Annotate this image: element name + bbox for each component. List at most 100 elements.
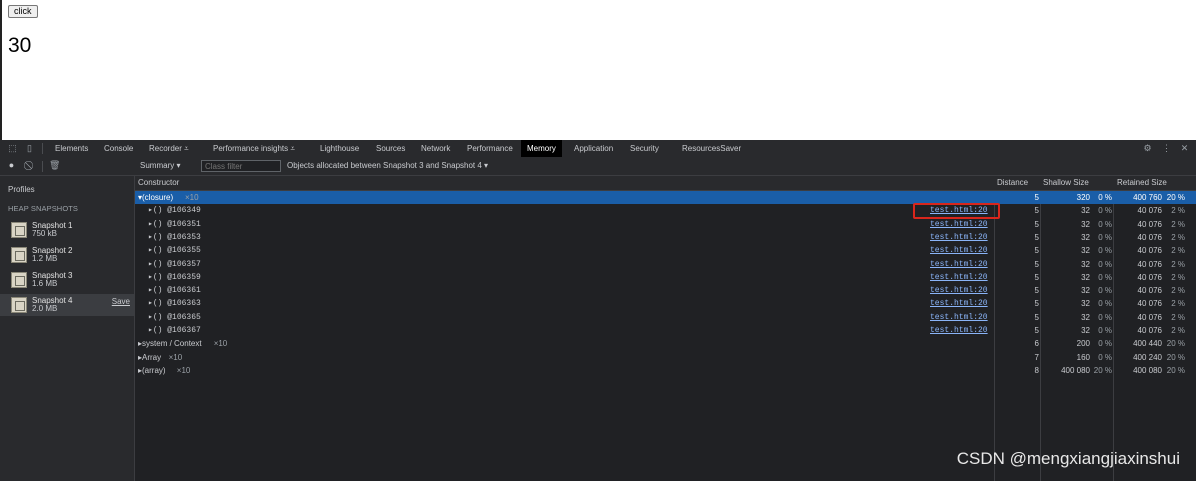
- shallow-size-percent: 0 %: [1098, 299, 1112, 309]
- source-link[interactable]: test.html:20: [930, 297, 988, 310]
- shallow-size-percent: 0 %: [1098, 232, 1112, 242]
- distance-value: 6: [1034, 339, 1039, 349]
- tab-resourcessaver[interactable]: ResourcesSaver: [676, 140, 747, 157]
- tab-application[interactable]: Application: [568, 140, 619, 157]
- allocation-range-select[interactable]: Objects allocated between Snapshot 3 and…: [287, 157, 488, 175]
- record-icon[interactable]: ●: [6, 160, 17, 171]
- table-row[interactable]: ▸Array ×10 7 160 0 % 400 240 20 %: [135, 351, 1196, 364]
- retained-size-percent: 2 %: [1171, 259, 1185, 269]
- retained-size-percent: 2 %: [1171, 219, 1185, 229]
- column-distance[interactable]: Distance: [997, 176, 1028, 190]
- retained-size-percent: 20 %: [1166, 352, 1185, 362]
- devtools-tab-bar: ⬚ ▯ Elements Console Recorder ⩡ Performa…: [0, 140, 1196, 158]
- settings-gear-icon[interactable]: ⚙: [1142, 143, 1153, 154]
- column-retained-size[interactable]: Retained Size: [1117, 176, 1167, 190]
- retained-size-percent: 2 %: [1171, 206, 1185, 216]
- snapshot-item[interactable]: Snapshot 3 1.6 MB: [0, 269, 134, 291]
- table-row[interactable]: ▸() @106353 test.html:20 5 32 0 % 40 076 2 %: [135, 231, 1196, 244]
- distance-value: 5: [1034, 326, 1039, 335]
- shallow-size-value: 32: [1081, 272, 1090, 282]
- table-row[interactable]: ▸() @106367 test.html:20 5 32 0 % 40 076 2 %: [135, 324, 1196, 337]
- tab-separator: [42, 143, 43, 154]
- source-link[interactable]: test.html:20: [930, 324, 988, 337]
- clear-all-icon[interactable]: ⃠: [25, 160, 36, 171]
- page-viewport: click 30: [0, 0, 1196, 140]
- table-row[interactable]: ▸() @106349 test.html:20 5 32 0 % 40 076 2 %: [135, 204, 1196, 217]
- constructor-name: ▸() @106355: [148, 246, 201, 256]
- retained-size-value: 40 076: [1137, 232, 1162, 242]
- tab-network[interactable]: Network: [415, 140, 456, 157]
- distance-value: 5: [1034, 272, 1039, 282]
- devtools-panel: ⬚ ▯ Elements Console Recorder ⩡ Performa…: [0, 140, 1196, 481]
- snapshot-size: 1.6 MB: [32, 279, 58, 288]
- source-link[interactable]: test.html:20: [930, 271, 988, 284]
- table-row[interactable]: ▸() @106351 test.html:20 5 32 0 % 40 076 2 %: [135, 218, 1196, 231]
- tab-lighthouse[interactable]: Lighthouse: [314, 140, 365, 157]
- shallow-size-percent: 0 %: [1098, 339, 1112, 349]
- source-link[interactable]: test.html:20: [930, 284, 988, 297]
- snapshot-size: 750 kB: [32, 229, 57, 238]
- snapshot-size: 2.0 MB: [32, 304, 58, 313]
- memory-toolbar: ● ⃠ 🗑 Summary ▾ Objects allocated betwee…: [0, 157, 1196, 176]
- constructor-name: ▸() @106349: [148, 206, 201, 216]
- trash-icon[interactable]: 🗑: [49, 160, 60, 171]
- tab-sources[interactable]: Sources: [370, 140, 411, 157]
- click-button[interactable]: click: [8, 5, 38, 18]
- save-snapshot-link[interactable]: Save: [112, 297, 130, 306]
- retained-size-value: 40 076: [1137, 246, 1162, 256]
- instance-count: ×10: [176, 365, 191, 375]
- shallow-size-percent: 0 %: [1098, 312, 1112, 322]
- shallow-size-percent: 0 %: [1098, 272, 1112, 282]
- column-shallow-size[interactable]: Shallow Size: [1043, 176, 1089, 190]
- source-link[interactable]: test.html:20: [930, 244, 988, 257]
- instance-count: ×10: [213, 339, 228, 349]
- constructor-name: ▸() @106367: [148, 326, 201, 335]
- instance-count: ×10: [168, 352, 183, 362]
- distance-value: 5: [1034, 232, 1039, 242]
- constructor-name: ▸() @106357: [148, 259, 201, 269]
- snapshot-item[interactable]: Snapshot 1 750 kB: [0, 219, 134, 241]
- tab-security[interactable]: Security: [624, 140, 665, 157]
- device-toolbar-icon[interactable]: ▯: [24, 143, 35, 154]
- inspect-element-icon[interactable]: ⬚: [7, 143, 18, 154]
- more-options-icon[interactable]: ⋮: [1161, 143, 1172, 154]
- table-row[interactable]: ▸() @106363 test.html:20 5 32 0 % 40 076 2 %: [135, 297, 1196, 310]
- constructor-name: ▸() @106361: [148, 286, 201, 296]
- table-row[interactable]: ▸(array) ×10 8 400 080 20 % 400 080 20 %: [135, 364, 1196, 377]
- source-link[interactable]: test.html:20: [930, 218, 988, 231]
- retained-size-value: 400 440: [1133, 339, 1162, 349]
- constructor-name: ▸() @106353: [148, 232, 201, 242]
- shallow-size-percent: 0 %: [1098, 352, 1112, 362]
- source-link[interactable]: test.html:20: [930, 231, 988, 244]
- tab-console[interactable]: Console: [98, 140, 139, 157]
- distance-value: 5: [1034, 219, 1039, 229]
- source-link[interactable]: test.html:20: [930, 311, 988, 324]
- table-row-selected[interactable]: ▾(closure) ×10 5 320 0 % 400 760 20 %: [135, 191, 1196, 204]
- table-row[interactable]: ▸() @106355 test.html:20 5 32 0 % 40 076 2 %: [135, 244, 1196, 257]
- table-row[interactable]: ▸() @106359 test.html:20 5 32 0 % 40 076 2 %: [135, 271, 1196, 284]
- constructor-name: ▸system / Context: [138, 339, 202, 349]
- table-row[interactable]: ▸system / Context ×10 6 200 0 % 400 440 20 %: [135, 337, 1196, 350]
- view-select[interactable]: Summary ▾: [140, 157, 180, 175]
- close-icon[interactable]: ✕: [1179, 143, 1190, 154]
- tab-performance[interactable]: Performance: [461, 140, 519, 157]
- shallow-size-value: 320: [1076, 193, 1090, 202]
- class-filter-input[interactable]: [201, 160, 281, 172]
- shallow-size-value: 400 080: [1061, 365, 1090, 375]
- tab-memory[interactable]: Memory: [521, 140, 562, 157]
- snapshot-item[interactable]: Snapshot 2 1.2 MB: [0, 244, 134, 266]
- shallow-size-percent: 0 %: [1098, 246, 1112, 256]
- table-row[interactable]: ▸() @106357 test.html:20 5 32 0 % 40 076 2 %: [135, 258, 1196, 271]
- snapshot-item-selected[interactable]: Snapshot 4 2.0 MB Save: [0, 294, 134, 316]
- distance-value: 5: [1034, 193, 1039, 202]
- distance-value: 8: [1034, 365, 1039, 375]
- tab-performance-insights[interactable]: Performance insights ⩡: [207, 140, 301, 157]
- table-row[interactable]: ▸() @106361 test.html:20 5 32 0 % 40 076 2 %: [135, 284, 1196, 297]
- source-link[interactable]: test.html:20: [930, 258, 988, 271]
- tab-recorder[interactable]: Recorder ⩡: [143, 140, 195, 157]
- column-constructor[interactable]: Constructor: [138, 176, 179, 190]
- tab-elements[interactable]: Elements: [49, 140, 94, 157]
- instance-count: ×10: [185, 193, 199, 202]
- table-row[interactable]: ▸() @106365 test.html:20 5 32 0 % 40 076 2 %: [135, 311, 1196, 324]
- retained-size-value: 40 076: [1137, 286, 1162, 296]
